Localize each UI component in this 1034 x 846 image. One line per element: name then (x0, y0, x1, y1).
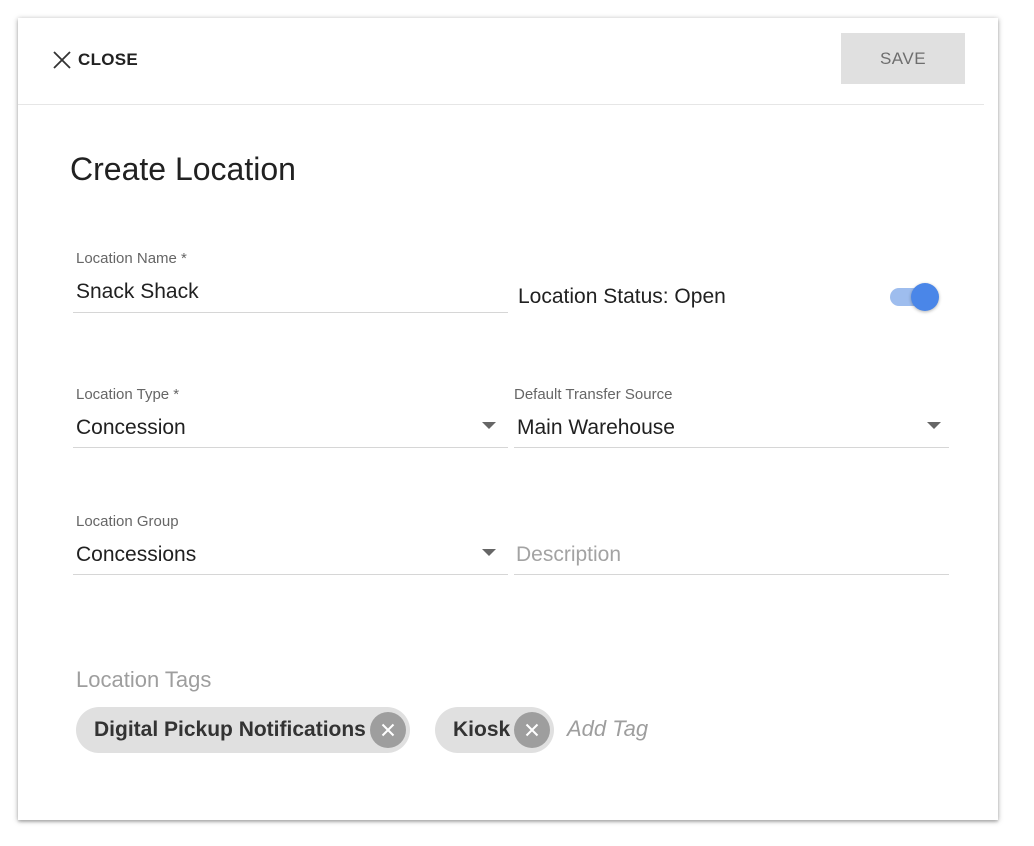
location-name-label: Location Name * (76, 250, 187, 267)
caret-down-icon (927, 422, 941, 429)
tag-chip-label: Digital Pickup Notifications (94, 718, 366, 741)
location-group-label: Location Group (76, 513, 179, 530)
location-tags-label: Location Tags (76, 667, 212, 692)
location-name-field[interactable]: Location Name * Snack Shack (73, 248, 508, 313)
location-group-select[interactable]: Location Group Concessions (73, 511, 508, 575)
default-transfer-source-label: Default Transfer Source (514, 386, 673, 403)
location-type-label: Location Type * (76, 386, 180, 403)
description-field[interactable]: Description (514, 511, 949, 575)
close-icon (381, 723, 395, 737)
close-button[interactable]: CLOSE (52, 48, 138, 72)
location-group-underline (73, 574, 508, 575)
location-type-value: Concession (76, 416, 186, 439)
location-group-value: Concessions (76, 543, 197, 566)
cancel-circle-icon[interactable] (369, 712, 406, 748)
default-transfer-source-select[interactable]: Default Transfer Source Main Warehouse (514, 384, 949, 448)
description-underline (514, 574, 949, 575)
caret-down-icon (482, 422, 496, 429)
default-transfer-source-underline (514, 447, 949, 448)
location-type-underline (73, 447, 508, 448)
default-transfer-source-value: Main Warehouse (517, 416, 675, 439)
toggle-thumb (911, 283, 939, 311)
close-icon (525, 723, 539, 737)
close-icon (53, 51, 71, 69)
save-button[interactable]: SAVE (841, 33, 965, 84)
location-status-label: Location Status: Open (518, 285, 726, 308)
add-tag-input[interactable]: Add Tag (567, 716, 648, 742)
caret-down-icon (482, 549, 496, 556)
description-input[interactable]: Description (516, 543, 621, 567)
tag-chip: Kiosk (435, 707, 555, 753)
close-button-label: CLOSE (78, 50, 139, 69)
page-title: Create Location (70, 151, 296, 187)
location-name-input[interactable]: Snack Shack (76, 280, 199, 304)
location-status-toggle[interactable] (888, 282, 942, 312)
location-name-underline (73, 312, 508, 313)
cancel-circle-icon[interactable] (514, 712, 551, 748)
tag-chip: Digital Pickup Notifications (76, 707, 410, 753)
tag-chip-label: Kiosk (453, 718, 511, 741)
location-type-select[interactable]: Location Type * Concession (73, 384, 508, 448)
dialog-toolbar: CLOSE SAVE (18, 18, 984, 105)
create-location-dialog: CLOSE SAVE Create Location Location Name… (18, 18, 998, 820)
